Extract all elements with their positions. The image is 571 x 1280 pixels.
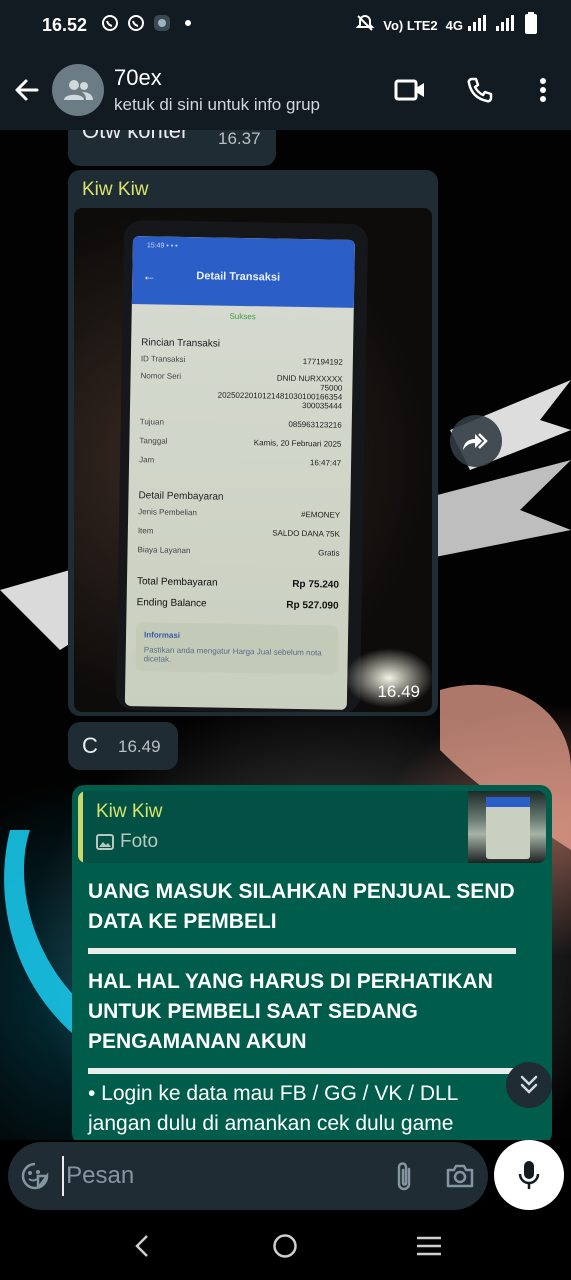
reply-sender-name: Kiw Kiw [96, 801, 163, 822]
signal-icon [495, 14, 517, 37]
photo-payment-row: Biaya Layanan Gratis [137, 545, 340, 558]
group-avatar[interactable] [52, 64, 104, 116]
photo-phone-screen: 15:49 ▪ ▪ ▪ ← Detail Transaksi Sukses Ri… [124, 236, 355, 710]
divider-line [88, 948, 516, 954]
more-vert-icon [540, 78, 546, 102]
group-avatar-icon [64, 80, 93, 100]
message-input[interactable] [62, 1156, 377, 1196]
double-chevron-down-icon [520, 1075, 538, 1094]
battery-icon [525, 11, 537, 39]
paperclip-icon [397, 1162, 411, 1191]
reply-quote[interactable]: Kiw Kiw Foto [78, 791, 546, 863]
forward-icon [463, 433, 488, 450]
arrow-left-icon [15, 79, 39, 101]
video-call-icon [394, 79, 424, 101]
photo-phone: 15:49 ▪ ▪ ▪ ← Detail Transaksi Sukses Ri… [115, 219, 369, 712]
nav-back-icon [135, 1235, 148, 1257]
message-text: C [82, 733, 98, 758]
photo-info-box: Informasi Pastikan anda mengatur Harga J… [135, 622, 339, 675]
nav-back-button[interactable] [107, 1216, 177, 1276]
system-status-bar: 16.52 Vo) LTE2 4G [0, 0, 571, 50]
attach-button[interactable] [376, 1142, 432, 1210]
voice-message-button[interactable] [494, 1140, 564, 1210]
photo-total-row: Total Pembayaran Rp 75.240 [136, 576, 340, 591]
photo-row: Tujuan 085963123216 [139, 417, 342, 430]
message-heading: UANG MASUK SILAHKAN PENJUAL SEND DATA KE… [88, 880, 515, 933]
signal-icon [467, 14, 489, 37]
photo-info-title: Informasi [143, 630, 181, 640]
photo-rincian-title: Rincian Transaksi [141, 337, 221, 350]
video-call-button[interactable] [375, 50, 445, 130]
sticker-icon [21, 1162, 49, 1190]
system-nav-bar [0, 1212, 571, 1280]
message-heading: HAL HAL YANG HARUS DI PERHATIKAN UNTUK P… [88, 970, 493, 1053]
reply-thumbnail [468, 791, 546, 863]
reply-quote-bar [78, 791, 83, 863]
message-time: 16.49 [118, 737, 161, 756]
photo-payment-title: Detail Pembayaran [138, 490, 224, 503]
camera-icon [446, 1164, 474, 1188]
message-time: 16.49 [377, 682, 420, 701]
photo-row: ID Transaksi 177194192 [140, 354, 343, 367]
mic-icon [518, 1161, 540, 1189]
nav-recents-icon [417, 1236, 442, 1256]
nav-recents-button[interactable] [394, 1216, 464, 1276]
photo-back-arrow-icon: ← [142, 267, 157, 284]
whatsapp-notification-icon [127, 14, 145, 36]
divider-line [88, 1068, 516, 1074]
chat-title: 70ex [114, 65, 162, 90]
menu-button[interactable] [515, 50, 571, 130]
app-notification-icon [153, 14, 171, 36]
chat-subtitle: ketuk di sini untuk info grup [114, 95, 321, 114]
message-composer [8, 1142, 488, 1210]
chat-title-block[interactable]: 70ex ketuk di sini untuk info grup [114, 65, 375, 115]
outgoing-message-bubble[interactable]: Kiw Kiw Foto UANG MASUK SILAHKAN PENJUAL… [72, 785, 552, 1140]
photo-row: Tanggal Kamis, 20 Februari 2025 [139, 436, 342, 449]
reply-type-label: Foto [120, 831, 159, 852]
forward-button[interactable] [450, 415, 502, 467]
voice-call-button[interactable] [445, 50, 515, 130]
photo-message-bubble[interactable]: Kiw Kiw 15:49 ▪ ▪ ▪ ← Detail Transaksi S… [68, 170, 438, 716]
reply-type: Foto [96, 831, 158, 853]
photo-total-row: Ending Balance Rp 527.090 [136, 597, 339, 612]
photo-payment-row: Item SALDO DANA 75K [137, 526, 340, 539]
message-body-line: jangan dulu di amankan cek dulu game [88, 1112, 454, 1135]
photo-screen-title: Detail Transaksi [196, 270, 281, 284]
message-list[interactable]: Otw konter 16.37 Kiw Kiw 15:49 ▪ ▪ ▪ ← D… [0, 130, 571, 1140]
sticker-button[interactable] [8, 1142, 62, 1210]
nav-home-button[interactable] [250, 1216, 320, 1276]
volte-label: Vo) LTE2 [383, 17, 438, 33]
back-button[interactable] [2, 50, 52, 130]
chat-header: 70ex ketuk di sini untuk info grup [0, 50, 571, 130]
dot-notification-icon [179, 14, 197, 36]
network-type-label: 4G [445, 17, 463, 33]
sender-name: Kiw Kiw [82, 179, 149, 200]
message-text: Otw konter [82, 130, 189, 143]
message-time: 16.37 [218, 130, 261, 148]
status-time: 16.52 [42, 14, 88, 35]
camera-button[interactable] [432, 1142, 488, 1210]
message-bubble[interactable]: Otw konter 16.37 [68, 130, 276, 166]
message-photo[interactable]: 15:49 ▪ ▪ ▪ ← Detail Transaksi Sukses Ri… [74, 208, 432, 712]
scroll-to-bottom-button[interactable] [506, 1062, 552, 1108]
nav-home-icon [273, 1234, 298, 1258]
whatsapp-notification-icon [101, 14, 119, 36]
photo-info-body: Pastikan anda mengatur Harga Jual sebelu… [143, 645, 322, 664]
message-body-line: • Login ke data mau FB / GG / VK / DLL [88, 1082, 459, 1105]
phone-icon [467, 77, 493, 103]
photo-icon [96, 834, 114, 850]
message-bubble[interactable]: C 16.49 [68, 722, 178, 770]
mute-icon [355, 13, 375, 38]
